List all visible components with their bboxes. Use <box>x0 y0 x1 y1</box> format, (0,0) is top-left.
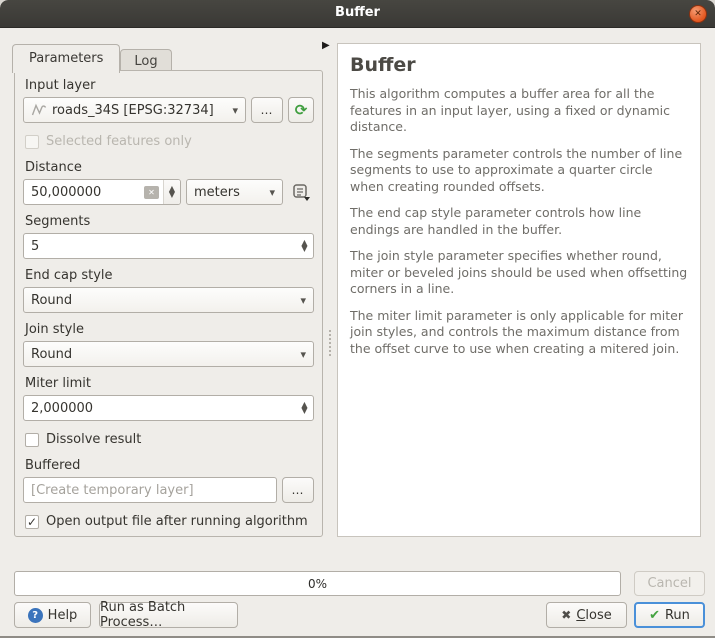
distance-input[interactable] <box>24 185 144 200</box>
chevron-down-icon: ▾ <box>300 295 306 306</box>
selected-features-checkbox <box>25 135 39 149</box>
clear-value-icon[interactable]: ✕ <box>144 186 159 199</box>
tab-parameters[interactable]: Parameters <box>12 44 120 73</box>
join-style-value: Round <box>31 347 295 362</box>
run-button[interactable]: ✔ Run <box>634 602 705 628</box>
help-paragraph: The segments parameter controls the numb… <box>350 146 688 196</box>
window-close-icon: ✕ <box>694 10 702 19</box>
spin-down-icon: ▼ <box>301 408 307 414</box>
run-label: Run <box>665 608 690 623</box>
line-layer-icon <box>31 103 47 117</box>
close-label: Close <box>576 608 611 623</box>
segments-label: Segments <box>25 214 312 229</box>
help-button[interactable]: ? Help <box>14 602 91 628</box>
help-panel: Buffer This algorithm computes a buffer … <box>337 43 701 537</box>
iterate-layer-button[interactable]: ⟳ <box>288 97 314 123</box>
spin-down-icon: ▼ <box>169 192 175 198</box>
buffered-browse-button[interactable]: … <box>282 477 314 503</box>
open-output-label: Open output file after running algorithm <box>46 514 308 529</box>
join-style-combo[interactable]: Round ▾ <box>23 341 314 367</box>
buffered-output-input[interactable] <box>23 477 277 503</box>
chevron-down-icon: ▾ <box>300 349 306 360</box>
run-check-icon: ✔ <box>649 608 660 623</box>
end-cap-style-value: Round <box>31 293 295 308</box>
titlebar[interactable]: Buffer ✕ <box>0 0 715 28</box>
close-button[interactable]: ✖ Close <box>546 602 627 628</box>
miter-limit-input[interactable] <box>24 401 296 416</box>
cancel-label: Cancel <box>647 576 691 591</box>
end-cap-style-label: End cap style <box>25 268 312 283</box>
join-style-label: Join style <box>25 322 312 337</box>
run-as-batch-button[interactable]: Run as Batch Process… <box>99 602 238 628</box>
dissolve-label: Dissolve result <box>46 432 141 447</box>
end-cap-style-combo[interactable]: Round ▾ <box>23 287 314 313</box>
buffered-label: Buffered <box>25 458 312 473</box>
help-label: Help <box>48 608 78 623</box>
batch-label: Run as Batch Process… <box>100 600 237 630</box>
help-title: Buffer <box>350 54 688 76</box>
distance-units-value: meters <box>194 185 264 200</box>
spin-down-icon: ▼ <box>301 246 307 252</box>
data-defined-override-icon <box>291 182 311 202</box>
chevron-down-icon: ▾ <box>232 105 238 116</box>
progress-value: 0% <box>308 577 327 591</box>
input-layer-browse-button[interactable]: … <box>251 97 283 123</box>
ellipsis-icon: … <box>292 483 305 497</box>
help-icon: ? <box>28 608 43 623</box>
miter-limit-label: Miter limit <box>25 376 312 391</box>
ellipsis-icon: … <box>261 103 274 117</box>
tab-bar: ParametersLog <box>12 44 172 71</box>
miter-limit-spinbox: ▲ ▼ <box>23 395 314 421</box>
distance-label: Distance <box>25 160 312 175</box>
input-layer-combo[interactable]: roads_34S [EPSG:32734] ▾ <box>23 97 246 123</box>
open-output-checkbox[interactable]: ✓ <box>25 515 39 529</box>
dissolve-checkbox-row[interactable]: Dissolve result <box>25 432 312 447</box>
distance-spinbox: ✕ ▲ ▼ <box>23 179 181 205</box>
data-defined-override-button[interactable] <box>288 179 314 205</box>
input-layer-label: Input layer <box>25 78 312 93</box>
buffer-dialog: Buffer ✕ ParametersLog ▶ Input layer roa… <box>0 0 715 638</box>
cancel-button: Cancel <box>634 571 705 596</box>
segments-input[interactable] <box>24 239 296 254</box>
input-layer-value: roads_34S [EPSG:32734] <box>52 103 227 118</box>
window-close-button[interactable]: ✕ <box>689 5 707 23</box>
distance-units-combo[interactable]: meters ▾ <box>186 179 283 205</box>
miter-limit-spinner[interactable]: ▲ ▼ <box>296 396 313 420</box>
segments-spinner[interactable]: ▲ ▼ <box>296 234 313 258</box>
help-paragraph: The end cap style parameter controls how… <box>350 205 688 238</box>
distance-spinner[interactable]: ▲ ▼ <box>163 180 180 204</box>
panel-collapse-icon[interactable]: ▶ <box>322 41 330 51</box>
open-output-checkbox-row[interactable]: ✓ Open output file after running algorit… <box>25 514 312 529</box>
splitter-handle[interactable] <box>329 330 331 356</box>
selected-features-label: Selected features only <box>46 134 192 149</box>
chevron-down-icon: ▾ <box>269 187 275 198</box>
window-title: Buffer <box>0 5 715 20</box>
reload-icon: ⟳ <box>295 103 308 118</box>
segments-spinbox: ▲ ▼ <box>23 233 314 259</box>
help-paragraph: The miter limit parameter is only applic… <box>350 308 688 358</box>
progress-bar: 0% <box>14 571 621 596</box>
close-x-icon: ✖ <box>561 608 571 622</box>
dissolve-checkbox[interactable] <box>25 433 39 447</box>
help-paragraph: This algorithm computes a buffer area fo… <box>350 86 688 136</box>
selected-features-checkbox-row: Selected features only <box>25 134 312 149</box>
parameters-panel: Input layer roads_34S [EPSG:32734] ▾ … ⟳… <box>14 70 323 537</box>
help-paragraph: The join style parameter specifies wheth… <box>350 248 688 298</box>
